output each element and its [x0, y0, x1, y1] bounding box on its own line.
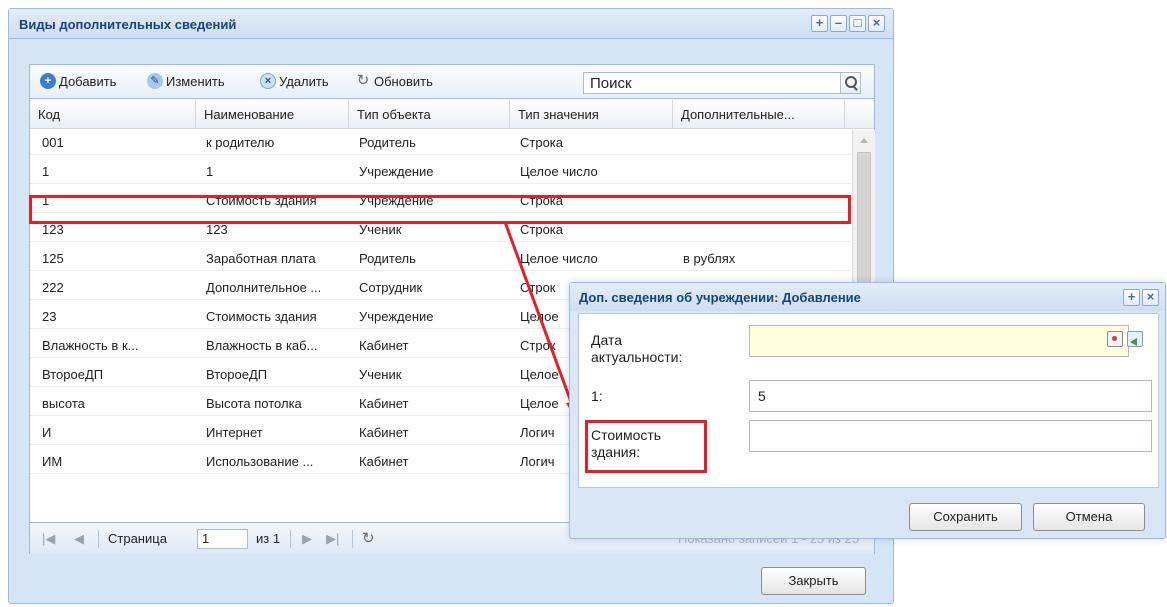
dialog-title-text: Доп. сведения об учреждении: Добавление [579, 290, 861, 305]
field1-value: 5 [758, 388, 766, 404]
field1-label: 1: [591, 388, 603, 404]
add-details-dialog: Доп. сведения об учреждении: Добавление … [569, 282, 1166, 539]
dialog-expand-icon[interactable]: + [1123, 289, 1140, 306]
cancel-button[interactable]: Отмена [1033, 503, 1145, 531]
date-label: Дата актуальности: [591, 332, 682, 366]
date-field[interactable] [749, 325, 1129, 357]
dialog-tool-buttons: + × [1123, 289, 1159, 306]
field-label-highlight [585, 420, 707, 473]
field1-input[interactable]: 5 [749, 380, 1152, 412]
dialog-close-icon[interactable]: × [1142, 289, 1159, 306]
dialog-title: Доп. сведения об учреждении: Добавление … [570, 283, 1165, 311]
date-label-line1: Дата [591, 332, 623, 348]
date-label-line2: актуальности: [591, 349, 683, 365]
select-date-icon[interactable] [1127, 331, 1143, 347]
field2-input[interactable] [749, 420, 1152, 452]
arrow-line [503, 221, 576, 411]
calendar-icon[interactable] [1107, 331, 1123, 347]
save-button[interactable]: Сохранить [909, 503, 1022, 531]
